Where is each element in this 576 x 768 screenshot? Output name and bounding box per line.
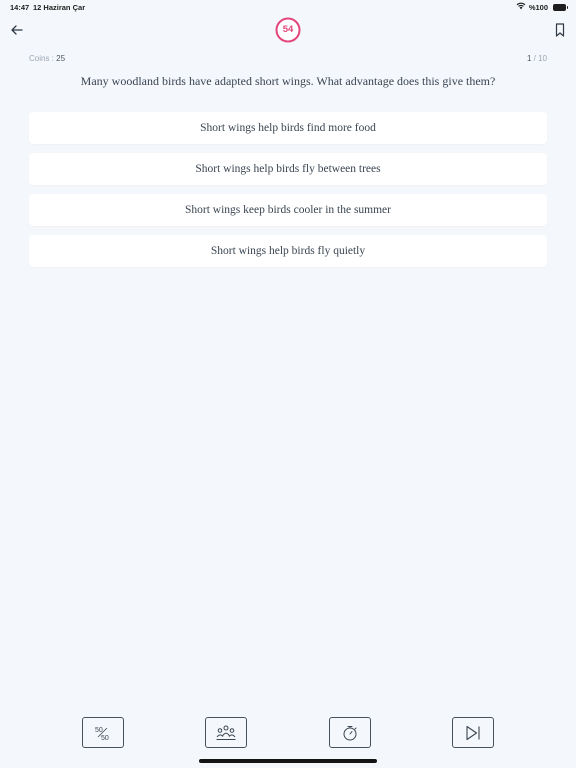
battery-icon [553, 3, 568, 11]
coins-label: Coins : [29, 54, 54, 63]
extra-time-button[interactable] [329, 717, 371, 748]
svg-text:50: 50 [101, 735, 109, 742]
skip-question-button[interactable] [452, 717, 494, 748]
coins-value: 25 [56, 54, 66, 63]
question-text: Many woodland birds have adapted short w… [80, 74, 496, 88]
answer-option-1[interactable]: Short wings help birds find more food [29, 112, 547, 144]
back-button[interactable] [9, 22, 25, 38]
status-date: 12 Haziran Çar [33, 3, 86, 12]
answer-options: Short wings help birds find more food Sh… [29, 112, 547, 276]
status-right: %100 [516, 2, 568, 12]
wifi-icon [516, 2, 526, 12]
status-bar: 14:47 12 Haziran Çar %100 [0, 0, 576, 14]
bookmark-button[interactable] [553, 22, 567, 38]
question-timer: 54 [275, 17, 301, 43]
audience-icon [216, 725, 236, 740]
skip-icon [466, 725, 480, 740]
bookmark-icon [555, 23, 565, 37]
arrow-left-icon [11, 25, 23, 35]
battery-text: %100 [528, 2, 548, 12]
home-indicator[interactable] [199, 759, 377, 763]
answer-option-4[interactable]: Short wings help birds fly quietly [29, 235, 547, 267]
progress-total: / 10 [533, 54, 547, 63]
timer-icon [343, 725, 357, 740]
answer-option-2[interactable]: Short wings help birds fly between trees [29, 153, 547, 185]
timer-value: 54 [282, 24, 294, 35]
lifeline-bar: 50 50 [0, 717, 576, 749]
status-time: 14:47 [10, 3, 30, 12]
answer-option-3[interactable]: Short wings keep birds cooler in the sum… [29, 194, 547, 226]
audience-button[interactable] [205, 717, 247, 748]
progress-current: 1 [526, 54, 532, 63]
question-progress: 1 / 10 [527, 54, 547, 63]
coins-counter: Coins : 25 [29, 54, 65, 63]
fifty-fifty-button[interactable]: 50 50 [82, 717, 124, 748]
fifty-fifty-icon: 50 50 [95, 727, 109, 742]
